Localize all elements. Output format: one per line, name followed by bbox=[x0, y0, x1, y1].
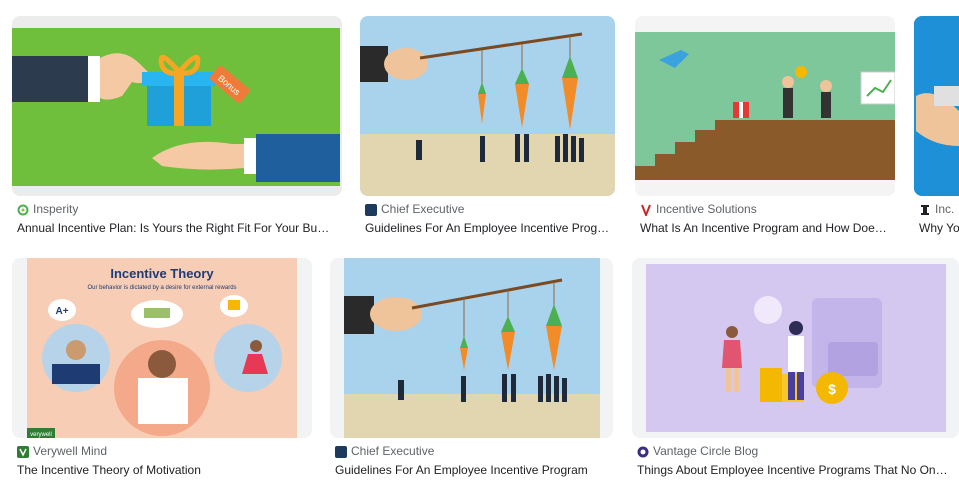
result-thumbnail[interactable] bbox=[360, 16, 615, 196]
chief-executive-icon bbox=[365, 203, 377, 216]
infographic-heading: Incentive Theory bbox=[110, 266, 214, 281]
result-thumbnail[interactable] bbox=[635, 16, 895, 196]
result-thumbnail[interactable]: $ bbox=[632, 258, 959, 438]
incentive-gift-image: Bonus bbox=[12, 28, 340, 186]
infographic-subheading: Our behavior is dictated by a desire for… bbox=[87, 285, 236, 291]
incentive-theory-image: Incentive Theory Our behavior is dictate… bbox=[27, 258, 297, 438]
result-source[interactable]: Chief Executive bbox=[335, 443, 434, 459]
result-source[interactable]: Verywell Mind bbox=[17, 443, 107, 459]
result-card[interactable]: Incentive Solutions What Is An Incentive… bbox=[635, 16, 895, 241]
grade-text: A+ bbox=[55, 306, 68, 317]
result-thumbnail[interactable] bbox=[330, 258, 613, 438]
result-card[interactable]: Chief Executive Guidelines For An Employ… bbox=[330, 258, 614, 483]
insperity-icon bbox=[17, 203, 29, 216]
handshake-image bbox=[914, 16, 959, 196]
result-thumbnail[interactable] bbox=[914, 16, 959, 196]
result-title[interactable]: Things About Employee Incentive Programs… bbox=[637, 463, 953, 477]
watermark-text: verywell bbox=[30, 432, 52, 438]
result-card[interactable]: $ Vantage Circle Blog Things About Emplo… bbox=[632, 258, 959, 483]
carrot-on-stick-image bbox=[344, 258, 600, 438]
result-thumbnail[interactable]: Incentive Theory Our behavior is dictate… bbox=[12, 258, 312, 438]
result-title[interactable]: Guidelines For An Employee Incentive Pro… bbox=[365, 221, 611, 235]
employee-rewards-image: $ bbox=[646, 264, 946, 432]
incentive-solutions-icon bbox=[640, 203, 652, 217]
result-source[interactable]: Insperity bbox=[17, 201, 78, 217]
result-card[interactable]: Bonus Insperity Annual Incentive Plan: I… bbox=[12, 16, 342, 241]
result-title[interactable]: Guidelines For An Employee Incentive Pro… bbox=[335, 463, 609, 477]
money-bag-text: $ bbox=[828, 381, 836, 397]
result-title[interactable]: What Is An Incentive Program and How Doe… bbox=[640, 221, 890, 235]
result-card[interactable]: Inc. Why You Should Offer Incentives bbox=[914, 16, 959, 241]
stairs-reward-image bbox=[635, 16, 895, 196]
result-source[interactable]: Chief Executive bbox=[365, 201, 464, 217]
inc-icon bbox=[919, 203, 931, 215]
result-title[interactable]: The Incentive Theory of Motivation bbox=[17, 463, 307, 477]
carrot-on-stick-image bbox=[360, 16, 615, 196]
result-source[interactable]: Inc. bbox=[919, 201, 954, 217]
vantage-circle-icon bbox=[637, 445, 649, 458]
result-source[interactable]: Incentive Solutions bbox=[640, 201, 757, 217]
result-title[interactable]: Why You Should Offer Incentives bbox=[919, 221, 959, 235]
result-thumbnail[interactable]: Bonus bbox=[12, 16, 342, 196]
result-title[interactable]: Annual Incentive Plan: Is Yours the Righ… bbox=[17, 221, 335, 235]
result-card[interactable]: Chief Executive Guidelines For An Employ… bbox=[360, 16, 616, 241]
chief-executive-icon bbox=[335, 445, 347, 458]
verywell-icon bbox=[17, 445, 29, 458]
result-card[interactable]: Incentive Theory Our behavior is dictate… bbox=[12, 258, 312, 483]
result-source[interactable]: Vantage Circle Blog bbox=[637, 443, 758, 459]
